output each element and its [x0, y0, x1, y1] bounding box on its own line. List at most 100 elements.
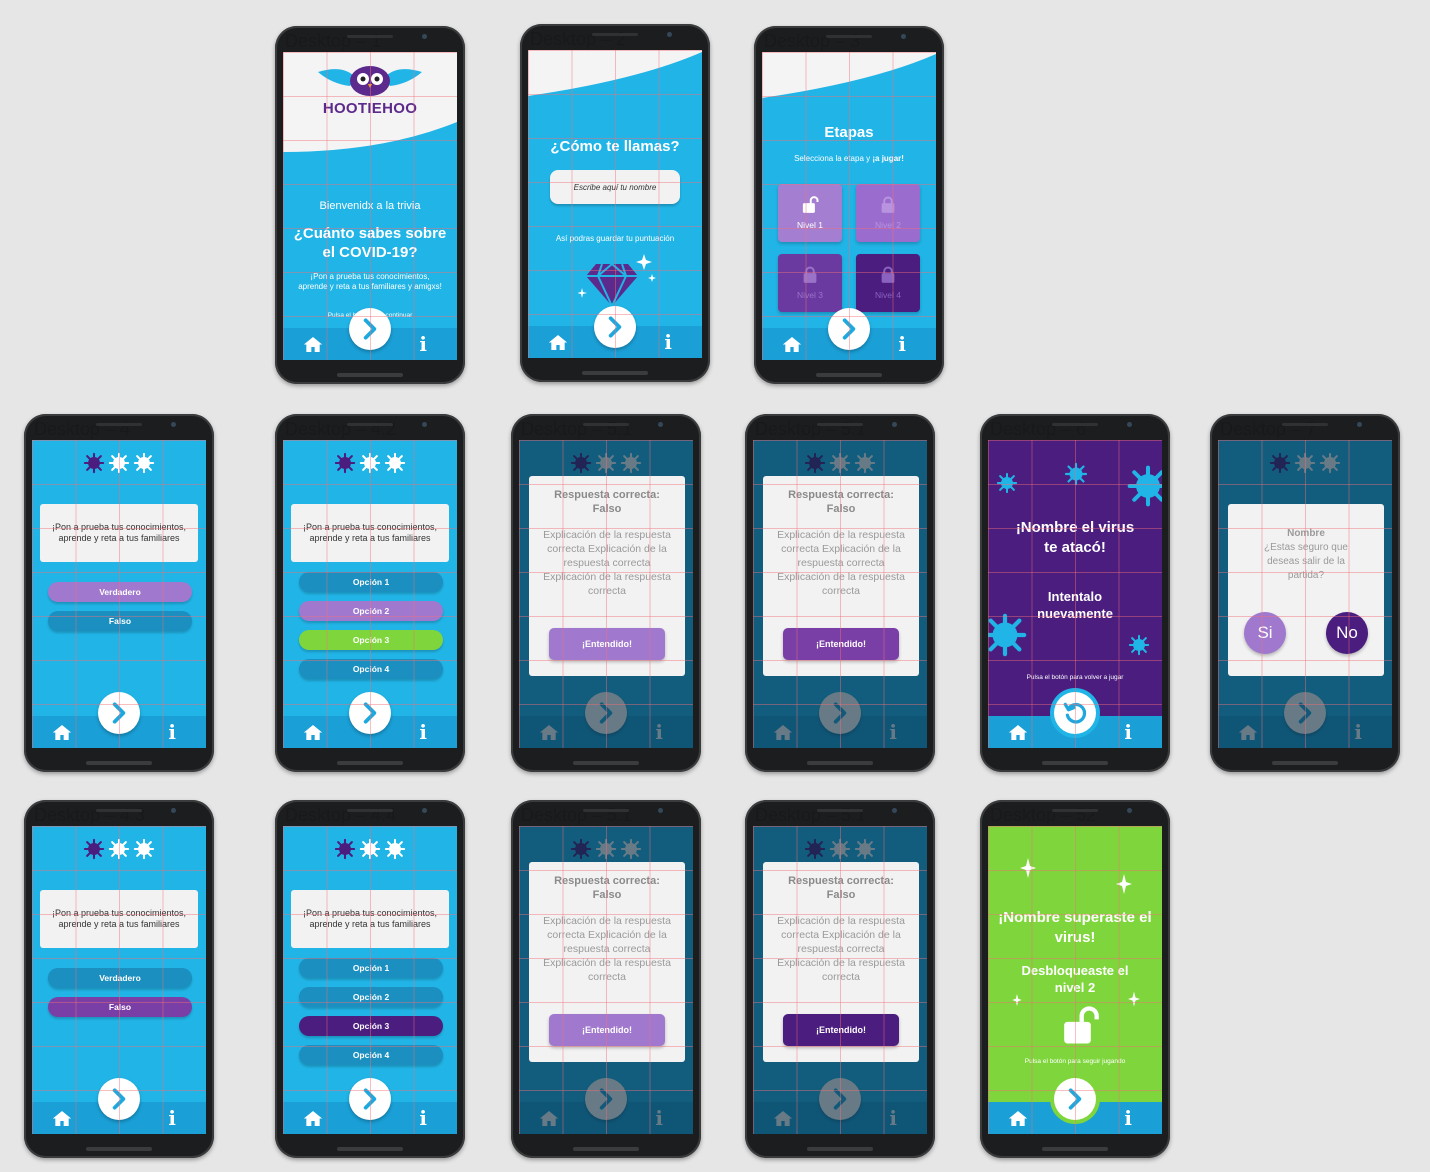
level-label: Nivel 3 — [797, 290, 823, 300]
info-icon[interactable]: i — [419, 1108, 427, 1128]
info-icon[interactable]: i — [419, 722, 427, 742]
level-label: Nivel 2 — [875, 220, 901, 230]
phone-truefalse-a: Desktop – 4 ¡Pon a prueba tus conocimien… — [24, 414, 214, 772]
option-4[interactable]: Opción 4 — [299, 1045, 443, 1065]
answer-false[interactable]: Falso — [48, 997, 192, 1017]
next-button[interactable] — [594, 306, 636, 348]
camera — [171, 422, 176, 427]
earpiece — [1282, 423, 1328, 426]
info-icon[interactable]: i — [898, 334, 906, 354]
info-icon[interactable]: i — [1124, 1108, 1132, 1128]
understood-button[interactable]: ¡Entendido! — [549, 628, 665, 660]
home-icon[interactable] — [1008, 1110, 1028, 1127]
continue-hint: Pulsa el botón para seguir jugando — [1024, 1058, 1126, 1065]
screen: ¡Pon a prueba tus conocimientos, aprende… — [32, 440, 206, 748]
modal-title: Respuesta correcta: Falso — [554, 875, 660, 901]
retry-button[interactable] — [1054, 692, 1096, 734]
home-icon[interactable] — [52, 1110, 72, 1127]
name-input[interactable]: Escribe aquí tu nombre — [550, 170, 680, 204]
level-3-card[interactable]: Nivel 3 — [778, 254, 842, 312]
lock-icon — [879, 266, 897, 284]
modal-title: Respuesta correcta: Falso — [554, 489, 660, 515]
earpiece — [347, 423, 393, 426]
earpiece — [583, 809, 629, 812]
next-button[interactable] — [98, 692, 140, 734]
welcome-subtitle: ¡Pon a prueba tus conocimientos, aprende… — [298, 272, 442, 291]
modal-title: Respuesta correcta: Falso — [788, 875, 894, 901]
info-icon[interactable]: i — [419, 334, 427, 354]
home-icon[interactable] — [303, 336, 323, 353]
yes-button[interactable]: Si — [1244, 612, 1286, 654]
camera — [1127, 422, 1132, 427]
home-icon[interactable] — [548, 334, 568, 351]
phone-options-a: Desktop – 4.2 ¡Pon a prueba tus conocimi… — [275, 414, 465, 772]
understood-button[interactable]: ¡Entendido! — [549, 1014, 665, 1046]
virus-icon — [133, 838, 155, 860]
virus-icon — [359, 838, 381, 860]
screen: i Respuesta correcta: Falso Explicación … — [519, 440, 693, 748]
retry-icon — [1062, 700, 1088, 726]
understood-button[interactable]: ¡Entendido! — [783, 628, 899, 660]
phone-options-b: Desktop – 4.4 ¡Pon a prueba tus conocimi… — [275, 800, 465, 1158]
earpiece — [817, 809, 863, 812]
screen: i Respuesta correcta: Falso Explicación … — [519, 826, 693, 1134]
home-icon[interactable] — [303, 1110, 323, 1127]
level-4-card[interactable]: Nivel 4 — [856, 254, 920, 312]
virus-icon — [133, 452, 155, 474]
next-button[interactable] — [828, 308, 870, 350]
virus-icon — [359, 452, 381, 474]
screen: i Respuesta correcta: Falso Explicación … — [753, 440, 927, 748]
screen: Etapas Selecciona la etapa y ¡a jugar! N… — [762, 52, 936, 360]
chevron-right-icon — [357, 316, 383, 342]
home-icon[interactable] — [52, 724, 72, 741]
earpiece — [347, 809, 393, 812]
stages-subtitle-bold: ¡a jugar! — [872, 154, 904, 163]
stages-title: Etapas — [824, 124, 874, 141]
level-1-card[interactable]: Nivel 1 — [778, 184, 842, 242]
home-icon[interactable] — [1008, 724, 1028, 741]
home-icon[interactable] — [782, 336, 802, 353]
modal-body: Explicación de la respuesta correcta Exp… — [543, 915, 671, 983]
info-icon[interactable]: i — [168, 1108, 176, 1128]
camera — [901, 34, 906, 39]
chevron-right-icon — [357, 700, 383, 726]
save-note: Así podras guardar tu puntuación — [555, 234, 675, 243]
option-1[interactable]: Opción 1 — [299, 958, 443, 978]
level-2-card[interactable]: Nivel 2 — [856, 184, 920, 242]
camera — [892, 422, 897, 427]
answer-true[interactable]: Verdadero — [48, 968, 192, 988]
answer-modal: Respuesta correcta: Falso Explicación de… — [529, 476, 685, 676]
earpiece — [347, 35, 393, 38]
answer-false[interactable]: Falso — [48, 611, 192, 631]
option-3[interactable]: Opción 3 — [299, 1016, 443, 1036]
camera — [892, 808, 897, 813]
phone-answer-b: Desktop – 5.1 i Respuesta correcta: Fals… — [745, 414, 935, 772]
phone-stages: Desktop – 3 Etapas Selecciona la etapa y… — [754, 26, 944, 384]
virus-icon — [384, 838, 406, 860]
phone-win: Desktop – 52 ¡Nombre superaste el virus!… — [980, 800, 1170, 1158]
option-2[interactable]: Opción 2 — [299, 601, 443, 621]
next-button[interactable] — [98, 1078, 140, 1120]
earpiece — [1052, 809, 1098, 812]
info-icon[interactable]: i — [664, 332, 672, 352]
lives-row — [32, 838, 206, 860]
home-icon[interactable] — [303, 724, 323, 741]
understood-button[interactable]: ¡Entendido! — [783, 1014, 899, 1046]
option-2[interactable]: Opción 2 — [299, 987, 443, 1007]
info-icon[interactable]: i — [1124, 722, 1132, 742]
info-icon[interactable]: i — [168, 722, 176, 742]
option-1[interactable]: Opción 1 — [299, 572, 443, 592]
next-button[interactable] — [349, 692, 391, 734]
lock-icon — [879, 196, 897, 214]
next-button[interactable] — [349, 308, 391, 350]
virus-icon — [384, 452, 406, 474]
next-button[interactable] — [1054, 1078, 1096, 1120]
next-button[interactable] — [349, 1078, 391, 1120]
camera — [422, 808, 427, 813]
retry-text: Intentalo nuevamente — [1037, 589, 1113, 621]
stages-subtitle-text: Selecciona la etapa y — [794, 154, 873, 163]
no-button[interactable]: No — [1326, 612, 1368, 654]
option-3[interactable]: Opción 3 — [299, 630, 443, 650]
option-4[interactable]: Opción 4 — [299, 659, 443, 679]
answer-true[interactable]: Verdadero — [48, 582, 192, 602]
